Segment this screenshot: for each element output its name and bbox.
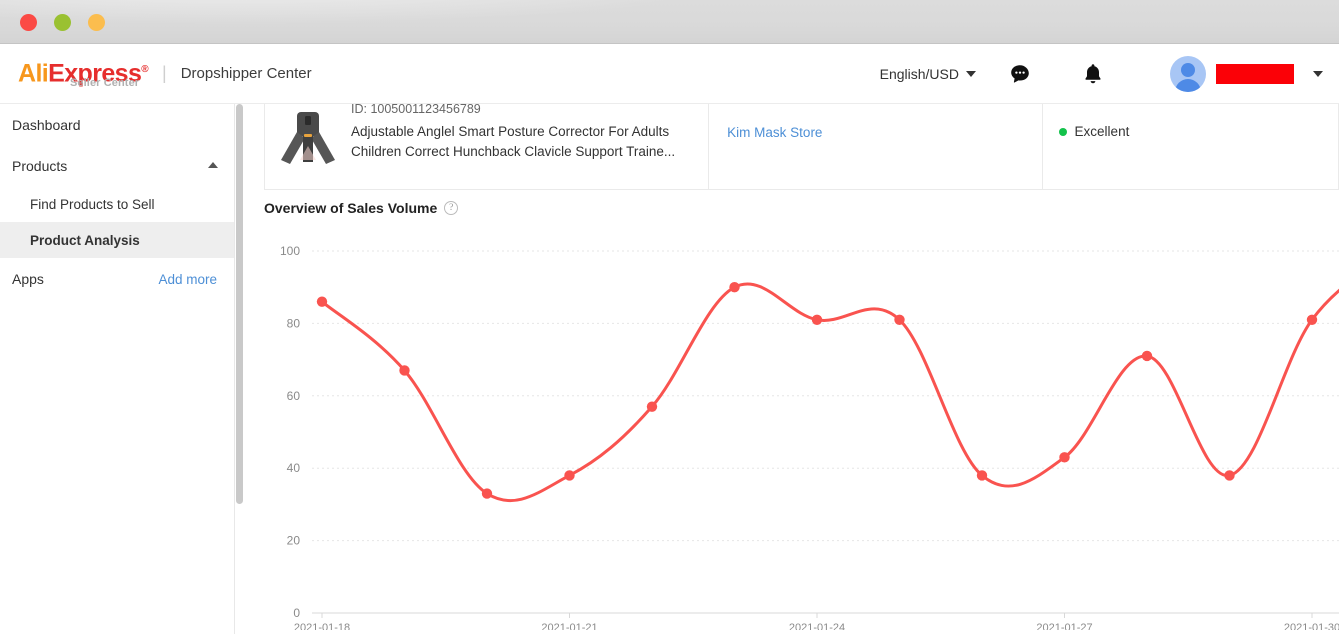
brand-area: AliExpress® Seller Center | Dropshipper … bbox=[0, 55, 312, 93]
avatar[interactable] bbox=[1170, 55, 1206, 92]
language-currency-selector[interactable]: English/USD bbox=[880, 66, 976, 82]
notification-bell-icon[interactable] bbox=[1082, 62, 1104, 86]
sidebar-item-product-analysis[interactable]: Product Analysis bbox=[0, 222, 234, 258]
main-content: ID: 1005001123456789 Adjustable Anglel S… bbox=[244, 104, 1339, 634]
svg-text:2021-01-27: 2021-01-27 bbox=[1036, 622, 1092, 630]
sidebar-scrollbar-thumb[interactable] bbox=[236, 104, 243, 504]
sales-volume-points bbox=[316, 282, 1318, 499]
data-point[interactable] bbox=[646, 401, 658, 412]
page-title: Dropshipper Center bbox=[180, 65, 312, 82]
svg-text:2021-01-18: 2021-01-18 bbox=[294, 622, 350, 630]
sidebar: Dashboard Products Find Products to Sell… bbox=[0, 104, 235, 634]
chevron-up-icon bbox=[208, 162, 218, 168]
chart-y-axis-labels: 0 20 40 60 80 100 bbox=[280, 244, 300, 620]
window-title-bar bbox=[0, 0, 1339, 44]
chart-header: Overview of Sales Volume ? bbox=[264, 200, 1339, 216]
rating-cell: Excellent bbox=[1043, 104, 1338, 189]
user-menu-chevron-down-icon[interactable] bbox=[1313, 70, 1323, 77]
svg-text:2021-01-21: 2021-01-21 bbox=[541, 622, 597, 630]
chart-plot-area[interactable]: 0 20 40 60 80 100 2021-01-18 2021-01-21 2021-01… bbox=[264, 230, 1339, 630]
chart-x-axis-labels: 2021-01-18 2021-01-21 2021-01-24 2021-01-27… bbox=[294, 613, 1339, 630]
sidebar-item-dashboard[interactable]: Dashboard bbox=[0, 104, 234, 145]
svg-text:0: 0 bbox=[293, 606, 300, 620]
store-cell: Kim Mask Store bbox=[709, 104, 1043, 189]
sidebar-apps-label: Apps bbox=[12, 271, 44, 287]
svg-text:100: 100 bbox=[280, 244, 300, 258]
data-point[interactable] bbox=[316, 296, 328, 307]
chart-title: Overview of Sales Volume bbox=[264, 200, 438, 216]
data-point[interactable] bbox=[1059, 452, 1070, 463]
data-point[interactable] bbox=[564, 470, 575, 481]
add-more-link[interactable]: Add more bbox=[158, 272, 217, 287]
data-point[interactable] bbox=[1224, 470, 1235, 481]
data-point[interactable] bbox=[976, 470, 988, 481]
chat-bubble-icon[interactable] bbox=[1008, 62, 1032, 86]
chevron-down-icon bbox=[966, 70, 976, 77]
brand-divider: | bbox=[162, 63, 167, 83]
product-summary-row: ID: 1005001123456789 Adjustable Anglel S… bbox=[264, 104, 1339, 190]
logo-subtitle: Seller Center bbox=[70, 76, 140, 89]
sidebar-item-label: Product Analysis bbox=[30, 232, 140, 248]
logo-trademark: ® bbox=[141, 63, 149, 75]
product-id: ID: 1005001123456789 bbox=[351, 104, 481, 116]
data-point[interactable] bbox=[481, 488, 493, 499]
aliexpress-logo[interactable]: AliExpress® Seller Center bbox=[18, 55, 149, 93]
app-header: AliExpress® Seller Center | Dropshipper … bbox=[0, 44, 1339, 104]
sales-volume-line bbox=[320, 282, 1339, 503]
product-info: ID: 1005001123456789 Adjustable Anglel S… bbox=[351, 104, 681, 189]
data-point[interactable] bbox=[1141, 350, 1153, 362]
data-point[interactable] bbox=[894, 314, 905, 325]
svg-text:20: 20 bbox=[287, 534, 301, 548]
close-window-button[interactable] bbox=[20, 14, 37, 31]
minimize-window-button[interactable] bbox=[54, 14, 71, 31]
language-currency-label: English/USD bbox=[879, 65, 959, 82]
product-thumbnail bbox=[277, 108, 339, 170]
sidebar-item-apps[interactable]: Apps Add more bbox=[0, 259, 234, 299]
sidebar-item-label: Dashboard bbox=[12, 116, 81, 133]
svg-text:60: 60 bbox=[287, 389, 301, 403]
header-actions: English/USD bbox=[880, 55, 1339, 92]
status-badge: Excellent bbox=[1058, 124, 1338, 139]
svg-text:2021-01-30: 2021-01-30 bbox=[1284, 622, 1339, 630]
sidebar-item-find-products-to-sell[interactable]: Find Products to Sell bbox=[0, 186, 234, 222]
sidebar-item-label: Find Products to Sell bbox=[30, 196, 155, 212]
maximize-window-button[interactable] bbox=[88, 14, 105, 31]
data-point[interactable] bbox=[811, 314, 823, 325]
data-point[interactable] bbox=[729, 282, 740, 293]
sidebar-item-label: Products bbox=[12, 157, 68, 174]
svg-text:80: 80 bbox=[287, 316, 301, 330]
sales-volume-chart-card: Overview of Sales Volume ? 0 20 40 60 80 100 … bbox=[264, 200, 1339, 634]
username-redacted bbox=[1216, 63, 1294, 84]
chart-svg: 020406080100 2021-01-18 2021-01-21 2021-01… bbox=[280, 244, 1339, 630]
status-dot-icon bbox=[1058, 127, 1067, 136]
product-cell: ID: 1005001123456789 Adjustable Anglel S… bbox=[265, 104, 710, 189]
chart-gridlines bbox=[312, 250, 1339, 614]
sidebar-item-products[interactable]: Products bbox=[0, 145, 234, 186]
status-badge-label: Excellent bbox=[1074, 124, 1130, 139]
help-question-icon[interactable]: ? bbox=[444, 201, 459, 215]
svg-text:2021-01-24: 2021-01-24 bbox=[789, 622, 845, 630]
product-name[interactable]: Adjustable Anglel Smart Posture Correcto… bbox=[351, 122, 681, 162]
logo-ali-text: Ali bbox=[18, 58, 49, 87]
data-point[interactable] bbox=[399, 365, 410, 376]
store-name-link[interactable]: Kim Mask Store bbox=[727, 125, 822, 140]
data-point[interactable] bbox=[1306, 314, 1318, 325]
svg-text:40: 40 bbox=[287, 461, 301, 475]
chrome-highlight bbox=[0, 0, 1339, 44]
